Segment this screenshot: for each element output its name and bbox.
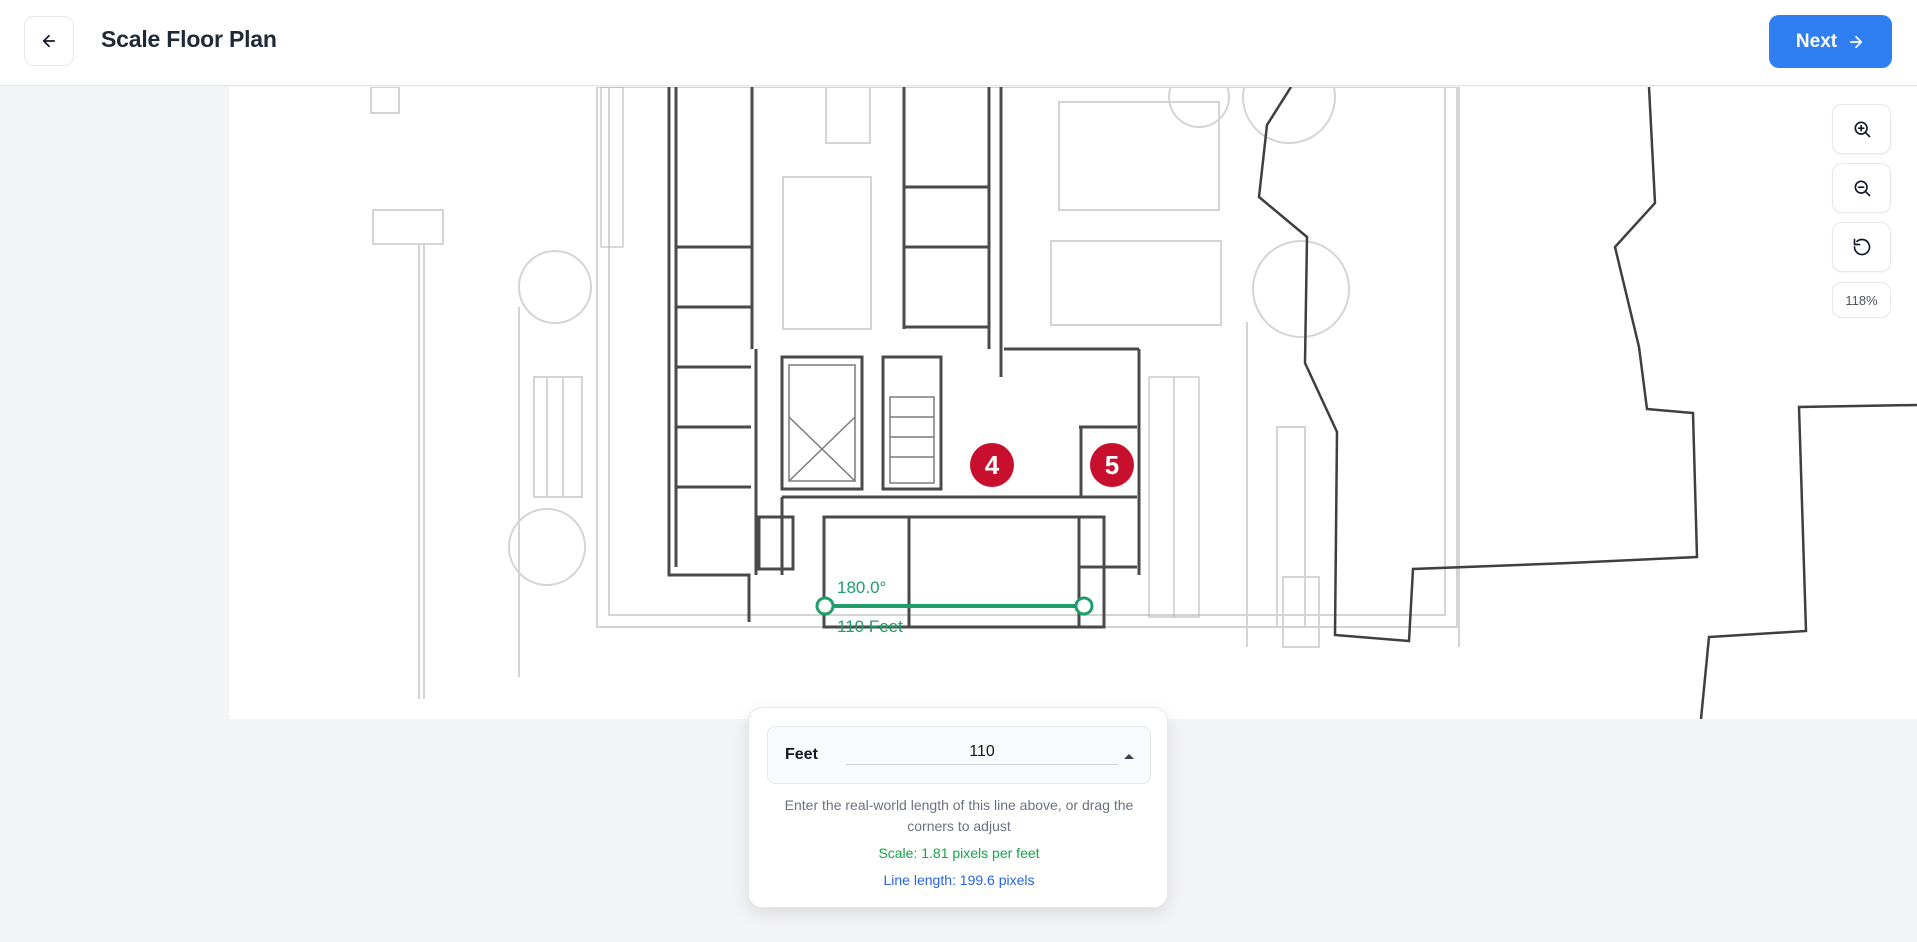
measure-angle-label: 180.0° — [837, 578, 886, 597]
floor-plan-canvas[interactable]: 4 5 180.0° 110 Feet — [229, 87, 1917, 719]
floor-plan-image: 4 5 180.0° 110 Feet — [370, 87, 1917, 719]
back-button[interactable] — [24, 16, 74, 66]
zoom-in-icon — [1854, 121, 1870, 138]
zoom-level-indicator: 118% — [1832, 282, 1891, 318]
zoom-out-button[interactable] — [1832, 163, 1891, 213]
measure-length-label: 110 Feet — [837, 617, 903, 636]
svg-text:5: 5 — [1105, 450, 1119, 480]
zoom-in-button[interactable] — [1832, 104, 1891, 154]
measure-handle-start[interactable] — [815, 596, 835, 616]
next-button-label: Next — [1795, 30, 1838, 52]
caret-up-icon — [1124, 754, 1134, 759]
rotate-ccw-icon — [1853, 238, 1870, 256]
room-marker-4: 4 — [970, 443, 1014, 487]
top-bar: Scale Floor Plan Next — [0, 0, 1917, 86]
page-title: Scale Floor Plan — [101, 26, 277, 52]
help-text: Enter the real-world length of this line… — [784, 797, 1134, 834]
scale-panel: Feet Enter the real-world length of this… — [748, 707, 1168, 908]
length-input-group: Feet — [767, 726, 1151, 784]
line-length-readout: Line length: 199.6 pixels — [883, 872, 1035, 888]
scale-readout: Scale: 1.81 pixels per feet — [878, 845, 1040, 861]
unit-dropdown-toggle[interactable] — [1122, 749, 1136, 763]
next-button[interactable]: Next — [1769, 15, 1892, 68]
measure-handle-end[interactable] — [1074, 596, 1094, 616]
arrow-left-icon — [42, 34, 56, 48]
zoom-out-icon — [1854, 180, 1870, 197]
svg-text:4: 4 — [985, 450, 1000, 480]
length-input[interactable] — [846, 739, 1118, 765]
reset-view-button[interactable] — [1832, 222, 1891, 272]
room-marker-5: 5 — [1090, 443, 1134, 487]
arrow-right-icon — [1850, 35, 1863, 48]
unit-label: Feet — [785, 746, 818, 763]
